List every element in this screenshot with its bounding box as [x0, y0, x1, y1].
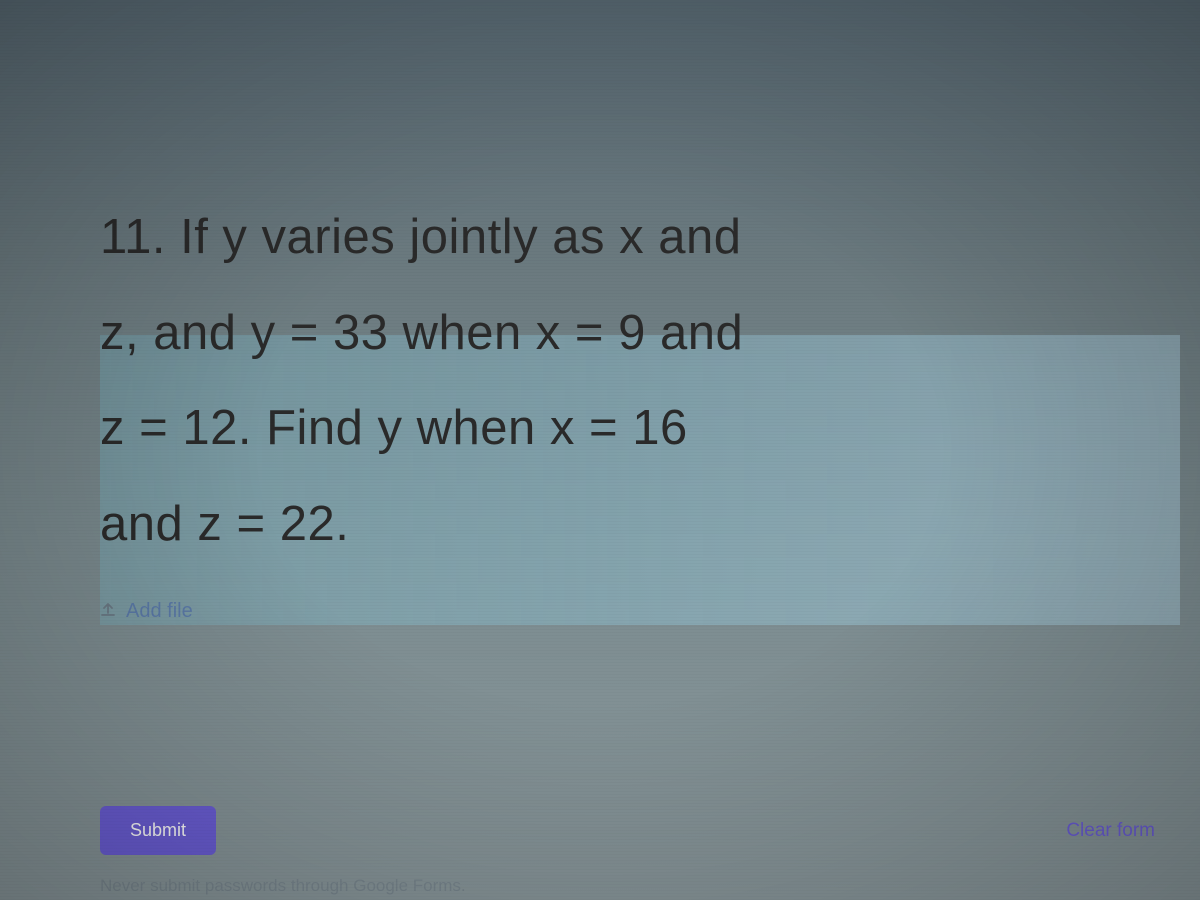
question-line-4: and z = 22. — [100, 477, 1170, 573]
question-line-3: z = 12. Find y when x = 16 — [100, 381, 1170, 477]
password-disclaimer: Never submit passwords through Google Fo… — [100, 876, 466, 896]
question-line-2: z, and y = 33 when x = 9 and — [100, 286, 1170, 382]
question-line-1: 11. If y varies jointly as x and — [100, 190, 1170, 286]
question-text: 11. If y varies jointly as x and z, and … — [100, 190, 1170, 572]
add-file-button[interactable]: Add file — [100, 600, 193, 623]
upload-icon — [100, 601, 116, 622]
clear-form-link[interactable]: Clear form — [1066, 820, 1155, 842]
submit-label: Submit — [130, 820, 186, 840]
add-file-label: Add file — [126, 600, 193, 623]
submit-button[interactable]: Submit — [100, 806, 216, 855]
form-actions: Submit Clear form — [100, 806, 1155, 855]
question-content: 11. If y varies jointly as x and z, and … — [100, 190, 1170, 623]
